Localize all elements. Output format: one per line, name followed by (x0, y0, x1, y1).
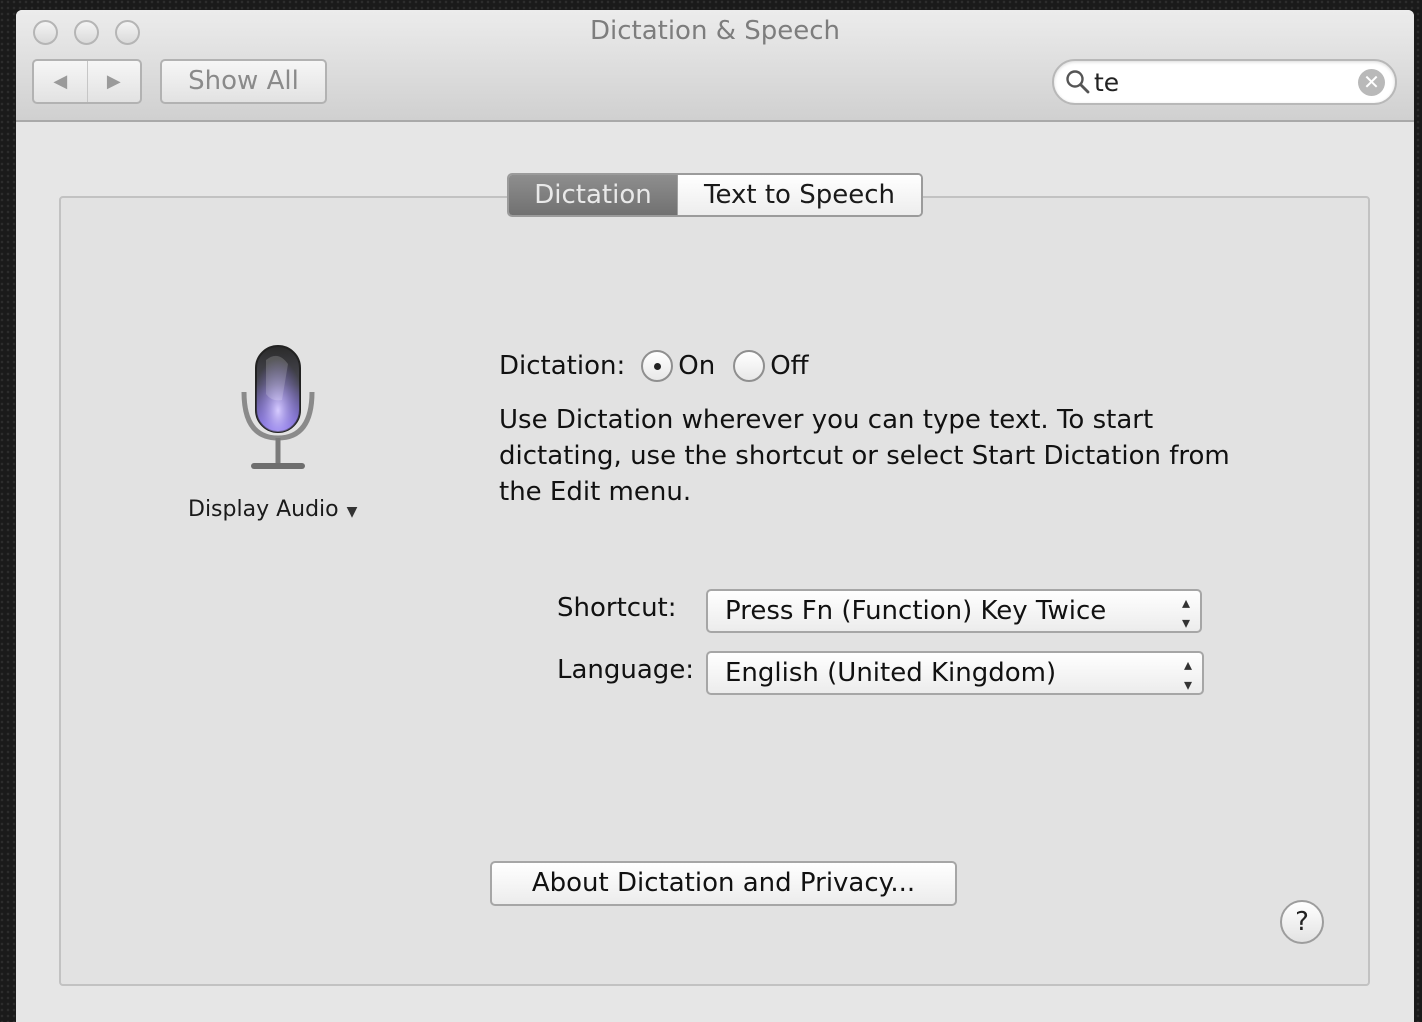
tab-dictation[interactable]: Dictation (509, 175, 677, 215)
search-field[interactable]: ✕ (1052, 59, 1397, 105)
clear-search-icon[interactable]: ✕ (1358, 69, 1385, 96)
popup-arrows-icon: ▴ ▾ (1181, 593, 1190, 632)
dictation-on-radio[interactable] (641, 350, 674, 382)
dictation-off-label[interactable]: Off (770, 351, 808, 381)
search-input[interactable] (1094, 66, 1354, 98)
shortcut-label: Shortcut: (557, 593, 677, 623)
dictation-toggle-label: Dictation: (499, 351, 626, 381)
preferences-window: Dictation & Speech ◀ ▶ Show All ✕ Dictat… (16, 10, 1414, 1022)
language-value: English (United Kingdom) (725, 658, 1057, 688)
help-icon[interactable]: ? (1280, 900, 1324, 944)
shortcut-value: Press Fn (Function) Key Twice (725, 596, 1107, 626)
language-label: Language: (557, 655, 695, 685)
popup-arrows-icon: ▴ ▾ (1183, 655, 1192, 694)
back-button[interactable]: ◀ (34, 61, 87, 102)
microphone-icon (241, 345, 315, 469)
chevron-down-icon: ▼ (346, 504, 358, 520)
toolbar: Dictation & Speech ◀ ▶ Show All ✕ (16, 10, 1414, 122)
input-device-label: Display Audio (188, 497, 339, 522)
show-all-button[interactable]: Show All (160, 59, 327, 104)
dictation-off-radio[interactable] (733, 350, 766, 382)
input-device-menu[interactable]: Display Audio ▼ (188, 497, 357, 522)
dictation-toggle-row: Dictation: On Off (499, 348, 809, 384)
language-popup[interactable]: English (United Kingdom) ▴ ▾ (706, 651, 1204, 695)
shortcut-popup[interactable]: Press Fn (Function) Key Twice ▴ ▾ (706, 589, 1202, 633)
tab-text-to-speech[interactable]: Text to Speech (677, 175, 921, 215)
dictation-on-label[interactable]: On (678, 351, 715, 381)
forward-button[interactable]: ▶ (86, 61, 141, 102)
window-title: Dictation & Speech (589, 16, 841, 46)
back-forward-control: ◀ ▶ (32, 59, 142, 104)
tab-bar: Dictation Text to Speech (507, 173, 923, 217)
about-dictation-button[interactable]: About Dictation and Privacy... (490, 861, 957, 906)
search-icon (1066, 70, 1090, 94)
dictation-description: Use Dictation wherever you can type text… (499, 405, 1230, 507)
